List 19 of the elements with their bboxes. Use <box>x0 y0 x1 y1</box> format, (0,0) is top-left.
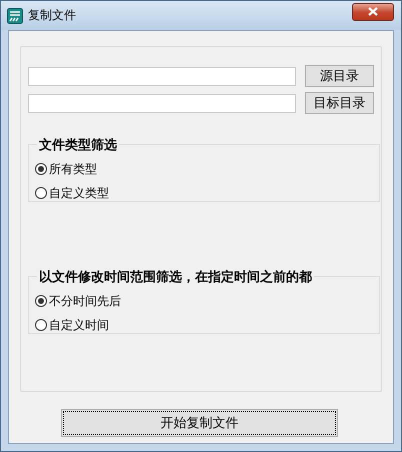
browse-button[interactable]: 目标目录 <box>305 92 374 114</box>
radio-label: 不分时间先后 <box>49 292 121 310</box>
path-field[interactable] <box>28 94 296 112</box>
radio-label: 自定义时间 <box>49 316 109 334</box>
radio-button[interactable] <box>35 319 47 331</box>
radio-label: 所有类型 <box>49 160 97 178</box>
browse-button[interactable]: 源目录 <box>305 65 374 87</box>
radio-label: 自定义类型 <box>49 184 109 202</box>
group-title: 以文件修改时间范围筛选，在指定时间之前的都 <box>37 268 314 286</box>
close-button[interactable] <box>352 2 394 20</box>
radio-button[interactable] <box>35 163 47 175</box>
close-icon <box>368 7 378 16</box>
app-icon <box>7 8 23 24</box>
path-field[interactable] <box>28 66 296 86</box>
radio-button[interactable] <box>35 295 47 307</box>
group-title: 文件类型筛选 <box>37 136 119 154</box>
start-copy-button[interactable]: 开始复制文件 <box>61 409 338 437</box>
radio-button[interactable] <box>35 187 47 199</box>
window-title: 复制文件 <box>28 7 77 24</box>
